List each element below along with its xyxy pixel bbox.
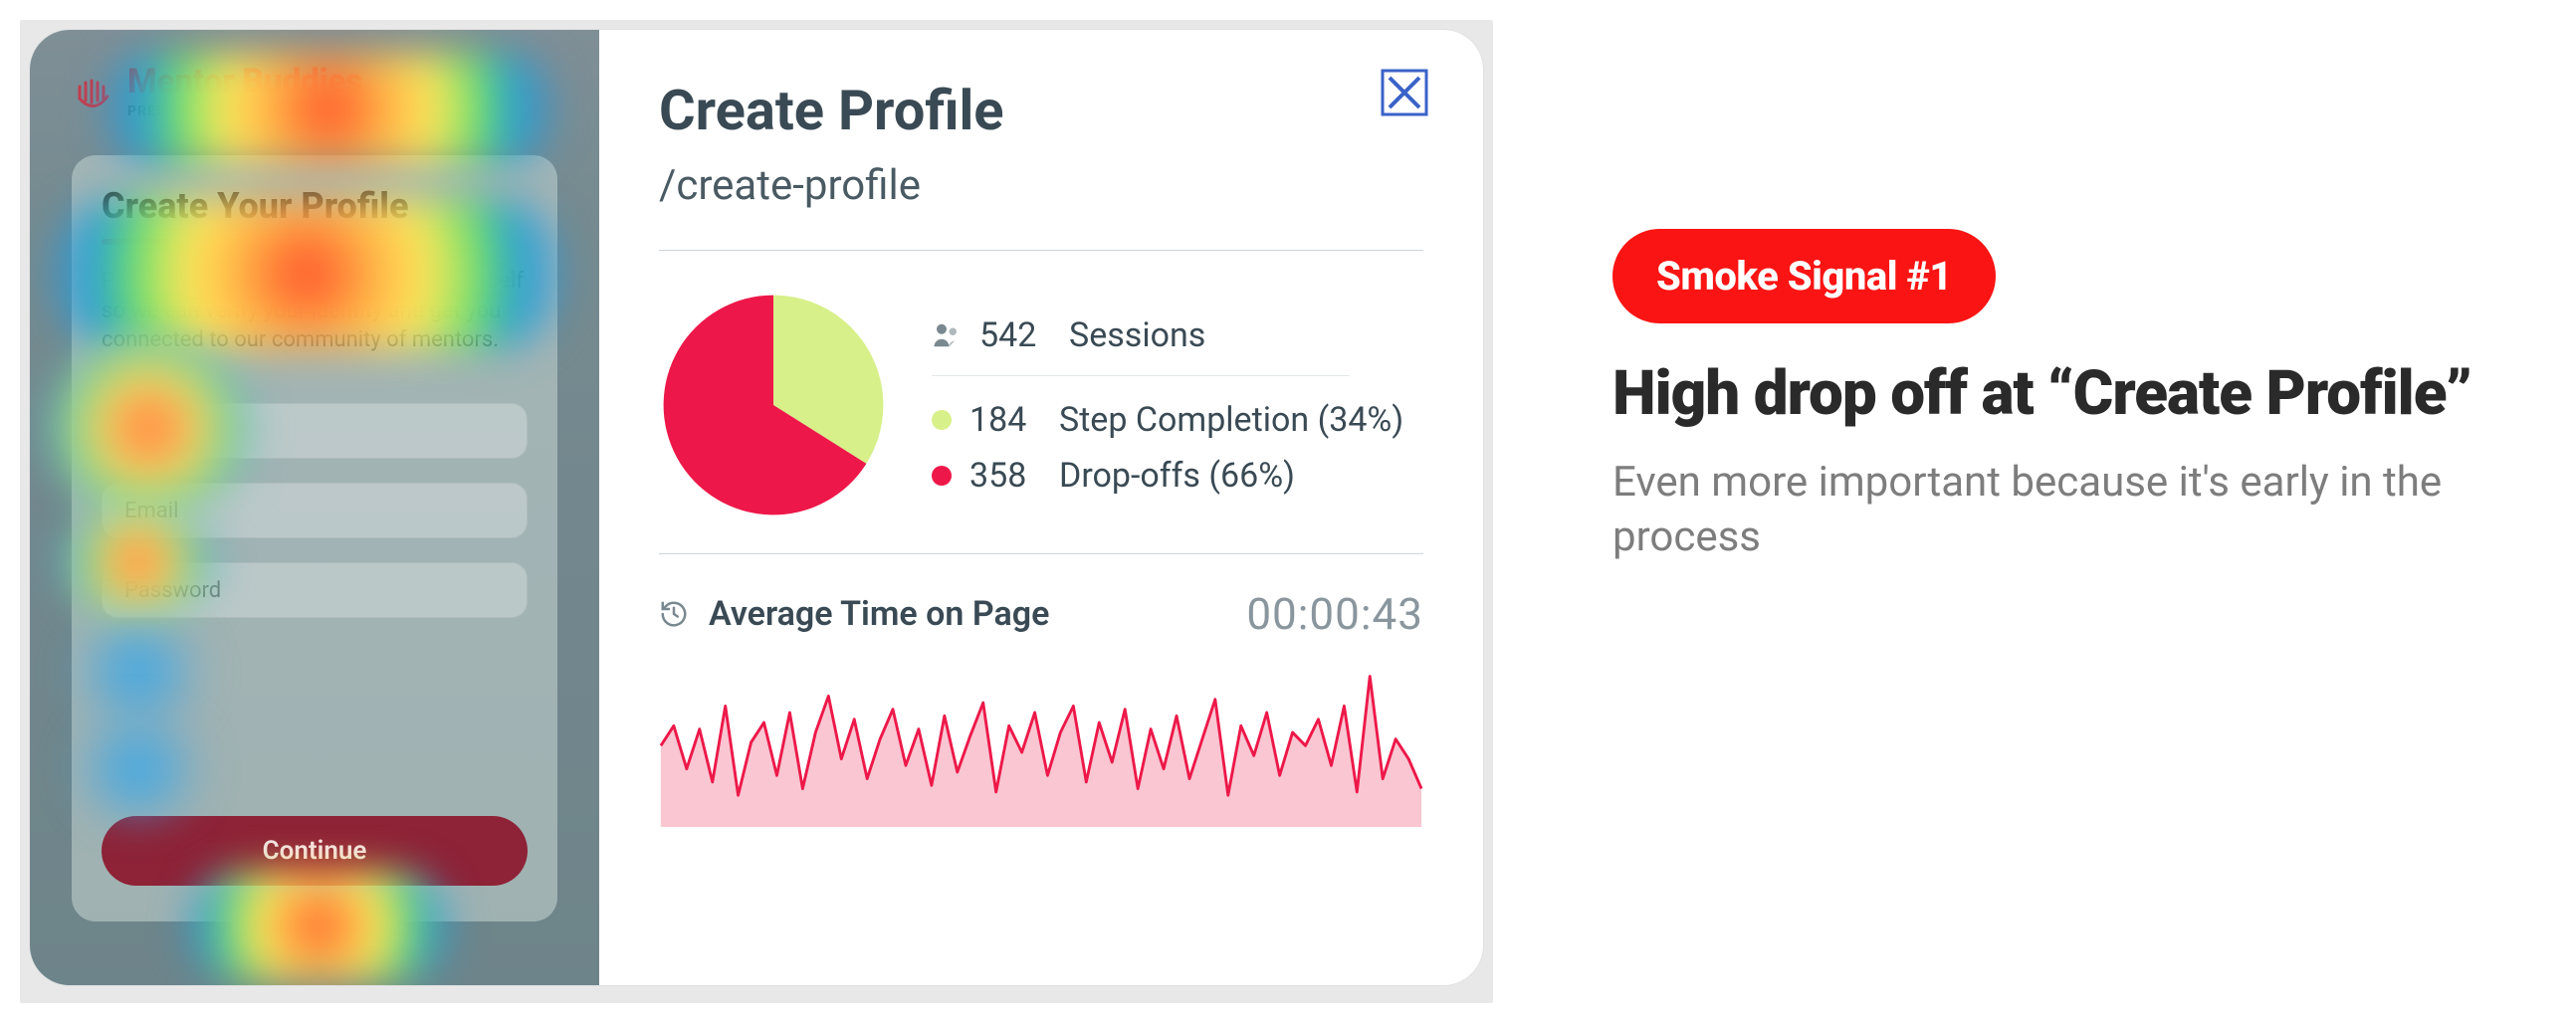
- dot-icon: [932, 410, 952, 430]
- close-icon[interactable]: [1380, 68, 1429, 117]
- insight-copy: Smoke Signal #1 High drop off at “Create…: [1612, 20, 2508, 565]
- analytics-panel: Create Profile /create-profile 542 Sess: [599, 30, 1483, 985]
- title-underline: [102, 239, 171, 245]
- email-placeholder: Email: [124, 499, 178, 523]
- continue-button[interactable]: Continue: [102, 816, 528, 886]
- signal-pill: Smoke Signal #1: [1612, 229, 1996, 323]
- avg-time-row: Average Time on Page 00:00:43: [659, 554, 1423, 658]
- analytics-card: Mentor Buddies PRESENTED BY DESIGN BUDDI…: [30, 30, 1483, 985]
- legend-divider: [932, 375, 1350, 376]
- outcome-pie-chart: [659, 291, 888, 519]
- avg-time-label: Average Time on Page: [709, 594, 1049, 634]
- dropoff-label: Drop-offs (66%): [1059, 456, 1295, 496]
- hand-icon: [72, 69, 115, 112]
- form-description: Provide us with a few details about your…: [102, 267, 528, 355]
- insight-headline: High drop off at “Create Profile”: [1612, 359, 2508, 428]
- page-path: /create-profile: [659, 161, 1423, 210]
- dropoff-count: 358: [969, 456, 1041, 496]
- email-field[interactable]: Email: [102, 483, 528, 538]
- name-placeholder: Name: [124, 419, 183, 444]
- sessions-row: 542 Sessions: [932, 315, 1423, 355]
- users-icon: [932, 320, 962, 350]
- brand-name: Mentor Buddies: [127, 62, 364, 102]
- avg-time-value: 00:00:43: [1246, 588, 1423, 640]
- password-field[interactable]: Password: [102, 562, 528, 618]
- screenshot-frame: Mentor Buddies PRESENTED BY DESIGN BUDDI…: [20, 20, 1493, 1003]
- sessions-count: 542: [979, 315, 1051, 355]
- stats-row: 542 Sessions 184 Step Completion (34%) 3…: [659, 251, 1423, 553]
- brand-row: Mentor Buddies PRESENTED BY DESIGN BUDDI…: [72, 62, 557, 119]
- form-title: Create Your Profile: [102, 185, 528, 227]
- time-sparkline-chart: [659, 658, 1423, 827]
- legend-dropoff: 358 Drop-offs (66%): [932, 456, 1423, 496]
- legend: 542 Sessions 184 Step Completion (34%) 3…: [932, 315, 1423, 496]
- brand-subtitle: PRESENTED BY DESIGN BUDDIES: [127, 103, 364, 119]
- sessions-label: Sessions: [1069, 315, 1205, 355]
- form-card: Create Your Profile Provide us with a fe…: [72, 155, 557, 921]
- history-icon: [659, 599, 689, 629]
- name-field[interactable]: Name: [102, 403, 528, 459]
- heatmap-preview: Mentor Buddies PRESENTED BY DESIGN BUDDI…: [30, 30, 599, 985]
- insight-subtext: Even more important because it's early i…: [1612, 456, 2508, 564]
- completion-count: 184: [969, 400, 1041, 440]
- page-title: Create Profile: [659, 78, 1423, 143]
- completion-label: Step Completion (34%): [1059, 400, 1403, 440]
- continue-label: Continue: [263, 836, 367, 866]
- dot-icon: [932, 466, 952, 486]
- password-placeholder: Password: [124, 578, 221, 603]
- legend-completion: 184 Step Completion (34%): [932, 400, 1423, 440]
